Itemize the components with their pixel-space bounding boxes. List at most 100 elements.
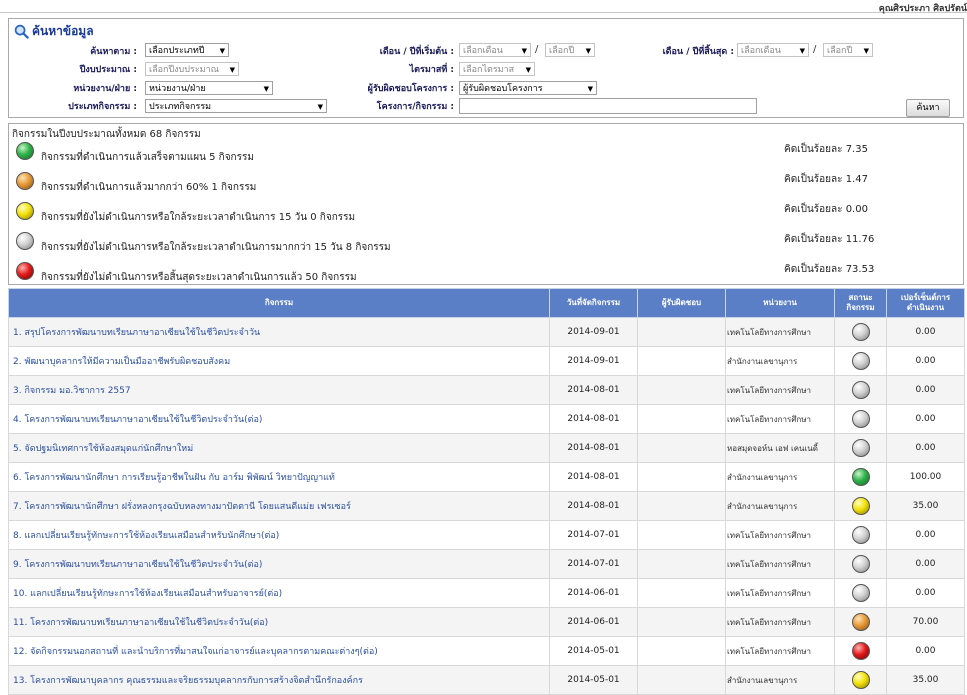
activity-owner [637,375,726,405]
summary-row-orange: กิจกรรมที่ดำเนินการแล้วมากกว่า 60% 1 กิจ… [9,170,963,198]
search-panel-title: ค้นหาข้อมูล [32,23,94,38]
table-row: 4. โครงการพัฒนาบทเรียนภาษาอาเซียนใช้ในชี… [8,404,965,434]
owner-select[interactable]: ผู้รับผิดชอบโครงการ ▼ [459,81,597,95]
summary-row-yellow: กิจกรรมที่ยังไม่ดำเนินการหรือใกล้ระยะเวล… [9,200,963,228]
orange-status-icon [16,172,34,190]
activity-unit: สำนักงานเลขานุการ [725,491,835,521]
table-header-row: กิจกรรม วันที่จัดกิจกรรม ผู้รับผิดชอบ หน… [8,288,965,318]
summary-text: กิจกรรมที่ดำเนินการแล้วเสร็จตามแผน 5 กิจ… [41,152,254,163]
chevron-down-icon: ▼ [219,47,225,55]
date-separator: / [535,44,539,55]
activity-type-select[interactable]: ประเภทกิจกรรม ▼ [145,99,327,113]
header-activity[interactable]: กิจกรรม [8,288,550,318]
summary-percent: คิดเป็นร้อยละ 7.35 [784,144,868,155]
table-row: 12. จัดกิจกรรมนอกสถานที่ และนำบริการที่ม… [8,636,965,666]
activity-date: 2014-09-01 [549,317,638,347]
start-date-label: เดือน / ปีที่เริ่มต้น : [379,47,454,57]
activity-status [834,404,887,434]
activity-unit: เทคโนโลยีทางการศึกษา [725,375,835,405]
activity-link[interactable]: 13. โครงการพัฒนาบุคลากร คุณธรรมและจริยธร… [8,665,550,695]
table-row: 8. แลกเปลี่ยนเรียนรู้ทักษะการใช้ห้องเรีย… [8,520,965,550]
search-button[interactable]: ค้นหา [906,99,950,117]
quarter-select[interactable]: เลือกไตรมาส ▼ [459,62,535,76]
activity-status [834,375,887,405]
start-month-value: เลือกเดือน [463,46,503,56]
table-row: 13. โครงการพัฒนาบุคลากร คุณธรรมและจริยธร… [8,665,965,695]
activity-link[interactable]: 2. พัฒนาบุคลากรให้มีความเป็นมืออาชีพรับผ… [8,346,550,376]
summary-text: กิจกรรมที่ยังไม่ดำเนินการหรือใกล้ระยะเวล… [41,212,356,223]
activity-owner [637,404,726,434]
yellow-status-icon [16,202,34,220]
activity-unit: เทคโนโลยีทางการศึกษา [725,636,835,666]
activity-unit: หอสมุดจอห์น เอฟ เคนเนดี้ [725,433,835,463]
activity-link[interactable]: 5. จัดปฐมนิเทศการใช้ห้องสมุดแก่นักศึกษาใ… [8,433,550,463]
activity-owner [637,520,726,550]
start-month-select[interactable]: เลือกเดือน ▼ [459,43,531,57]
end-year-select[interactable]: เลือกปี ▼ [823,43,873,57]
activity-percent: 35.00 [886,665,965,695]
table-row: 5. จัดปฐมนิเทศการใช้ห้องสมุดแก่นักศึกษาใ… [8,433,965,463]
activity-date: 2014-08-01 [549,462,638,492]
table-row: 6. โครงการพัฒนานักศึกษา การเรียนรู้อาชีพ… [8,462,965,492]
search-by-select[interactable]: เลือกประเภทปี ▼ [145,43,229,57]
activity-percent: 0.00 [886,636,965,666]
search-panel-header: ค้นหาข้อมูล [14,23,94,39]
header-percent[interactable]: เปอร์เซ็นต์การ ดำเนินงาน [886,288,965,318]
project-input[interactable] [459,98,757,114]
table-row: 2. พัฒนาบุคลากรให้มีความเป็นมืออาชีพรับผ… [8,346,965,376]
activity-link[interactable]: 3. กิจกรรม มอ.วิชาการ 2557 [8,375,550,405]
activity-link[interactable]: 1. สรุปโครงการพัฒนาบทเรียนภาษาอาเซียนใช้… [8,317,550,347]
project-label: โครงการ/กิจกรรม : [376,102,454,112]
grey-status-icon [851,526,870,544]
activity-link[interactable]: 9. โครงการพัฒนาบทเรียนภาษาอาเซียนใช้ในชี… [8,549,550,579]
activity-link[interactable]: 8. แลกเปลี่ยนเรียนรู้ทักษะการใช้ห้องเรีย… [8,520,550,550]
end-month-select[interactable]: เลือกเดือน ▼ [737,43,809,57]
activity-unit: เทคโนโลยีทางการศึกษา [725,607,835,637]
start-year-value: เลือกปี [549,46,575,56]
header-status[interactable]: สถานะ กิจกรรม [834,288,887,318]
owner-label: ผู้รับผิดชอบโครงการ : [367,84,454,94]
chevron-down-icon: ▼ [263,85,269,93]
owner-value: ผู้รับผิดชอบโครงการ [463,84,543,94]
activity-percent: 100.00 [886,462,965,492]
activity-type-label: ประเภทกิจกรรม : [68,102,137,112]
activity-percent: 0.00 [886,346,965,376]
activity-date: 2014-07-01 [549,549,638,579]
activity-owner [637,317,726,347]
activity-unit: สำนักงานเลขานุการ [725,462,835,492]
quarter-label: ไตรมาสที่ : [409,65,454,75]
header-date[interactable]: วันที่จัดกิจกรรม [549,288,638,318]
activity-link[interactable]: 10. แลกเปลี่ยนเรียนรู้ทักษะการใช้ห้องเรี… [8,578,550,608]
orange-status-icon [851,613,870,631]
activity-unit: เทคโนโลยีทางการศึกษา [725,578,835,608]
chevron-down-icon: ▼ [525,66,531,74]
header-unit[interactable]: หน่วยงาน [725,288,835,318]
unit-value: หน่วยงาน/ฝ่าย [149,84,206,94]
activity-percent: 0.00 [886,375,965,405]
end-month-value: เลือกเดือน [741,46,781,56]
activity-date: 2014-08-01 [549,433,638,463]
grey-status-icon [16,232,34,250]
activity-link[interactable]: 11. โครงการพัฒนาบทเรียนภาษาอาเซียนใช้ในช… [8,607,550,637]
activity-type-value: ประเภทกิจกรรม [149,102,212,112]
activity-date: 2014-08-01 [549,491,638,521]
activity-link[interactable]: 7. โครงการพัฒนานักศึกษา ฝรั่งหลงกรุงฉบับ… [8,491,550,521]
activity-link[interactable]: 4. โครงการพัฒนาบทเรียนภาษาอาเซียนใช้ในชี… [8,404,550,434]
activity-percent: 0.00 [886,433,965,463]
start-year-select[interactable]: เลือกปี ▼ [545,43,595,57]
activity-date: 2014-07-01 [549,520,638,550]
activity-link[interactable]: 6. โครงการพัฒนานักศึกษา การเรียนรู้อาชีพ… [8,462,550,492]
chevron-down-icon: ▼ [521,47,527,55]
activity-link[interactable]: 12. จัดกิจกรรมนอกสถานที่ และนำบริการที่ม… [8,636,550,666]
header-owner[interactable]: ผู้รับผิดชอบ [637,288,726,318]
activity-table: กิจกรรม วันที่จัดกิจกรรม ผู้รับผิดชอบ หน… [8,288,965,695]
chevron-down-icon: ▼ [587,85,593,93]
chevron-down-icon: ▼ [799,47,805,55]
budget-year-label: ปีงบประมาณ : [79,65,137,75]
red-status-icon [16,262,34,280]
activity-unit: เทคโนโลยีทางการศึกษา [725,404,835,434]
budget-year-select[interactable]: เลือกปีงบประมาณ ▼ [145,62,239,76]
unit-select[interactable]: หน่วยงาน/ฝ่าย ▼ [145,81,273,95]
summary-row-red: กิจกรรมที่ยังไม่ดำเนินการหรือสิ้นสุดระยะ… [9,260,963,288]
grey-status-icon [851,555,870,573]
